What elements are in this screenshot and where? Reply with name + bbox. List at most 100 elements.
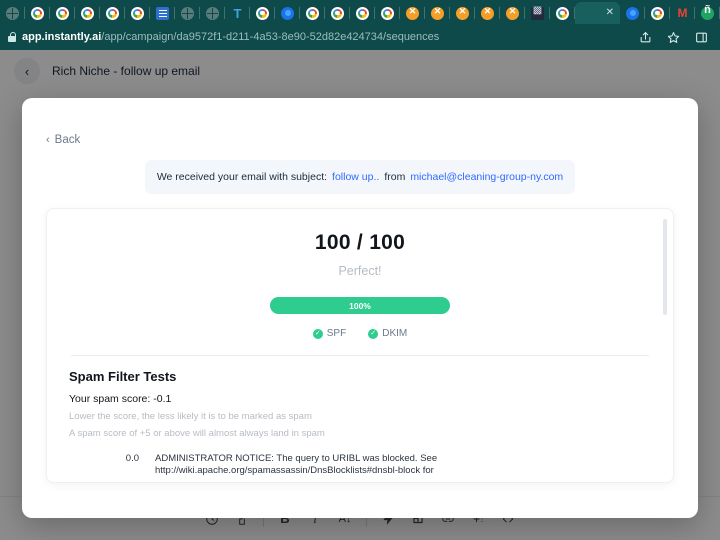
browser-tab[interactable] [325, 2, 350, 24]
browser-url-bar: app.instantly.ai/app/campaign/da9572f1-d… [0, 24, 720, 50]
browser-tab[interactable] [275, 2, 300, 24]
google-icon [651, 6, 664, 20]
browser-tab[interactable] [300, 2, 325, 24]
spam-hint-2: A spam score of +5 or above will almost … [69, 428, 325, 439]
close-icon[interactable]: ✕ [606, 8, 614, 18]
subject-link[interactable]: follow up.. [332, 171, 379, 183]
bookmark-star-icon[interactable] [666, 30, 680, 44]
browser-tab[interactable] [25, 2, 50, 24]
address-bar[interactable]: app.instantly.ai/app/campaign/da9572f1-d… [8, 27, 632, 47]
score-panel: 100 / 100 Perfect! 100% ✓ SPF ✓ DKIM Spam F… [46, 208, 674, 483]
address-bar-actions [638, 30, 712, 44]
check-circle-icon: ✓ [368, 328, 379, 339]
test-description: ADMINISTRATOR NOTICE: The query to URIBL… [155, 453, 438, 476]
spam-hint-1: Lower the score, the less likely it is t… [69, 411, 312, 422]
score-label: Perfect! [338, 264, 382, 278]
auth-check-label: SPF [326, 328, 347, 339]
browser-tab[interactable] [250, 2, 275, 24]
globe-icon [6, 6, 19, 20]
google-icon [81, 6, 94, 20]
browser-tab[interactable] [645, 2, 670, 24]
browser-tab[interactable] [450, 2, 475, 24]
google-icon [306, 6, 319, 20]
green-app-icon [701, 4, 714, 20]
browser-tab[interactable] [475, 2, 500, 24]
score-progress-bar: 100% [270, 297, 450, 314]
side-panel-icon[interactable] [694, 30, 708, 44]
auth-check-label: DKIM [382, 328, 408, 339]
google-icon [131, 6, 144, 20]
browser-tab[interactable] [500, 2, 525, 24]
chevron-left-icon: ‹ [46, 134, 50, 146]
email-test-modal: ‹ Back We received your email with subje… [22, 98, 698, 518]
browser-tab[interactable] [0, 2, 25, 24]
browser-tab[interactable] [425, 2, 450, 24]
browser-tab[interactable] [375, 2, 400, 24]
panel-scrollbar[interactable] [663, 219, 667, 315]
browser-tab[interactable] [125, 2, 150, 24]
browser-tab[interactable] [175, 2, 200, 24]
sender-email-link[interactable]: michael@cleaning-group-ny.com [410, 171, 563, 183]
orange-x-icon [431, 6, 444, 20]
check-circle-icon: ✓ [312, 328, 323, 339]
auth-checks: ✓ SPF ✓ DKIM [47, 328, 673, 339]
orange-x-icon [406, 6, 419, 20]
score-value: 100 / 100 [314, 231, 406, 254]
blue-gear-icon [626, 6, 639, 20]
orange-x-icon [456, 6, 469, 20]
letter-t-icon: T [233, 5, 242, 21]
modal-back-button[interactable]: ‹ Back [22, 98, 698, 146]
browser-tab[interactable] [150, 2, 175, 24]
browser-tab[interactable] [50, 2, 75, 24]
score-progress-label: 100% [349, 300, 371, 311]
browser-tab[interactable] [550, 2, 575, 24]
spam-score-line: Your spam score: -0.1 [69, 393, 172, 405]
spam-filter-heading: Spam Filter Tests [69, 369, 177, 384]
browser-tab[interactable]: T [225, 2, 250, 24]
orange-x-icon [506, 6, 519, 20]
modal-back-label: Back [54, 134, 81, 146]
google-docs-icon [156, 6, 169, 20]
browser-tab[interactable] [620, 2, 645, 24]
orange-x-icon [481, 6, 494, 20]
google-icon [106, 6, 119, 20]
google-icon [56, 6, 69, 20]
section-divider [71, 355, 649, 356]
lock-icon [8, 32, 17, 42]
browser-tab[interactable]: M [670, 2, 695, 24]
browser-window: T ✕ M app.instantly.ai/app/campaign/da9572… [0, 0, 720, 540]
browser-tab[interactable] [200, 2, 225, 24]
share-icon[interactable] [638, 30, 652, 44]
browser-tab[interactable] [525, 2, 550, 24]
gmail-icon: M [677, 5, 688, 20]
browser-tab[interactable] [100, 2, 125, 24]
subject-banner: We received your email with subject: fol… [145, 160, 575, 194]
browser-tab[interactable] [350, 2, 375, 24]
blue-gear-icon [281, 6, 294, 20]
tab-strip: T ✕ M [0, 0, 720, 24]
browser-tab[interactable] [695, 2, 720, 24]
test-score: 0.0 [125, 453, 139, 464]
subject-banner-prefix: We received your email with subject: [156, 171, 328, 183]
url-domain: app.instantly.ai [22, 31, 102, 43]
google-icon [356, 6, 369, 20]
google-icon [31, 6, 44, 20]
score-bar-wrapper: 100% [47, 297, 673, 314]
url-path: /app/campaign/da9572f1-d211-4a53-8e90-52… [101, 31, 440, 43]
globe-icon [206, 6, 219, 20]
google-icon [256, 6, 269, 20]
browser-tab[interactable] [400, 2, 425, 24]
page-content: ‹ Rich Niche - follow up email Bi A↕ ‹ Ba… [0, 50, 720, 540]
auth-check-dkim: ✓ DKIM [368, 328, 407, 339]
globe-icon [181, 6, 194, 20]
dark-grid-icon [531, 5, 544, 20]
google-icon [556, 6, 569, 20]
table-row: 0.0 ADMINISTRATOR NOTICE: The query to UR… [47, 453, 673, 477]
subject-banner-middle: from [384, 171, 406, 183]
browser-tab-active[interactable]: ✕ [575, 2, 620, 24]
auth-check-spf: ✓ SPF [312, 328, 347, 339]
google-icon [381, 6, 394, 20]
google-icon [331, 6, 344, 20]
browser-tab[interactable] [75, 2, 100, 24]
spam-test-rows: 0.0 ADMINISTRATOR NOTICE: The query to UR… [47, 453, 673, 477]
